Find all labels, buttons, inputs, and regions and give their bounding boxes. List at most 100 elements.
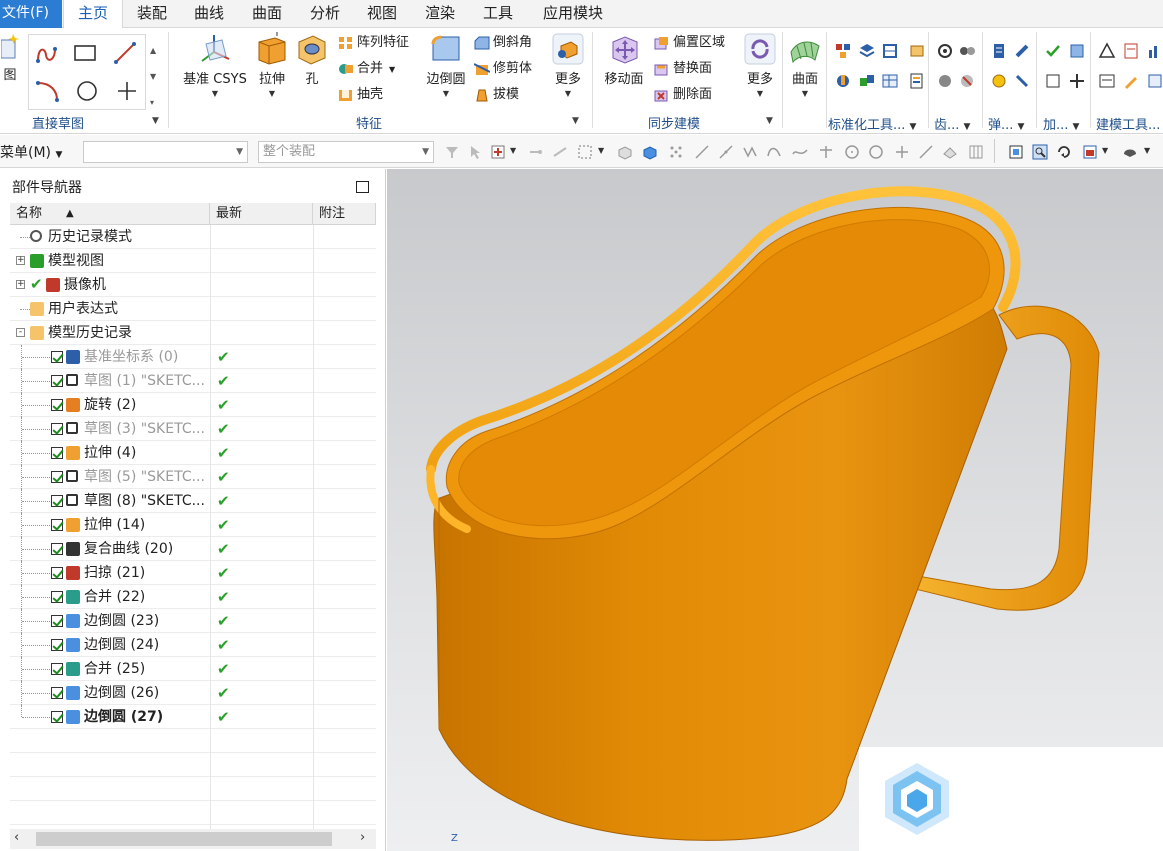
tab-surface[interactable]: 曲面 — [241, 0, 293, 28]
list-icon[interactable] — [1044, 72, 1062, 90]
feature-checkbox[interactable] — [51, 711, 63, 723]
spring-group-label[interactable]: 弹... ▼ — [988, 114, 1024, 133]
tree-row[interactable]: 复合曲线 (20) ✔ — [10, 537, 376, 561]
draft-button[interactable]: 拔模 — [474, 84, 519, 106]
feature-checkbox[interactable] — [51, 423, 63, 435]
tree-row[interactable]: 边倒圆 (26) ✔ — [10, 681, 376, 705]
snap-intersection-icon[interactable] — [818, 144, 834, 160]
point-icon[interactable] — [115, 79, 139, 103]
file-menu[interactable]: 文件(F) — [0, 0, 62, 28]
chevron-down-icon[interactable]: ▼ — [1102, 146, 1108, 155]
feature-more-button[interactable]: 更多 ▼ — [548, 32, 588, 98]
feature-checkbox[interactable] — [51, 351, 63, 363]
machining-icon[interactable] — [1068, 42, 1086, 60]
tree-row[interactable]: 拉伸 (14) ✔ — [10, 513, 376, 537]
extrude-button[interactable]: 拉伸 ▼ — [254, 32, 290, 98]
feature-group-arrow[interactable]: ▼ — [572, 116, 579, 126]
snap-end-icon[interactable] — [528, 144, 544, 160]
zoom-icon[interactable] — [1032, 144, 1048, 160]
expand-icon[interactable]: + — [16, 280, 25, 289]
standard-part-icon[interactable] — [834, 42, 852, 60]
tab-render[interactable]: 渲染 — [414, 0, 466, 28]
feature-checkbox[interactable] — [51, 375, 63, 387]
render-style-icon[interactable] — [1122, 144, 1138, 160]
table-icon[interactable] — [881, 72, 899, 90]
circle-icon[interactable] — [75, 79, 99, 103]
shell-button[interactable]: 抽壳 — [338, 84, 383, 106]
tab-curve[interactable]: 曲线 — [183, 0, 235, 28]
tree-row[interactable]: 草图 (8) "SKETC... ✔ — [10, 489, 376, 513]
type-filter-combo[interactable]: ▼ — [83, 141, 248, 163]
gear-icon[interactable] — [936, 42, 954, 60]
maximize-icon[interactable] — [356, 181, 369, 193]
layers-icon[interactable] — [858, 42, 876, 60]
gear-edit-icon[interactable] — [936, 72, 954, 90]
document-icon[interactable] — [1122, 42, 1140, 60]
spring-list-icon[interactable] — [990, 42, 1008, 60]
replace-face-button[interactable]: 替换面 — [654, 58, 712, 80]
hand-tool-icon[interactable] — [834, 72, 852, 90]
expand-icon[interactable]: + — [16, 256, 25, 265]
datum-csys-button[interactable]: 基准 CSYS ▼ — [180, 32, 250, 98]
tree-row[interactable]: + ✔ 摄像机 — [10, 273, 376, 297]
profile-icon[interactable] — [35, 43, 61, 65]
tab-view[interactable]: 视图 — [356, 0, 408, 28]
snap-grid-icon[interactable] — [968, 144, 984, 160]
snap-center-icon[interactable] — [844, 144, 860, 160]
feature-checkbox[interactable] — [51, 471, 63, 483]
sketch-button[interactable]: 图 — [0, 32, 20, 83]
sketch-group-arrow[interactable]: ▼ — [152, 116, 159, 126]
point-cloud-icon[interactable] — [668, 144, 684, 160]
hole-button[interactable]: 孔 — [294, 32, 330, 87]
sync-group-arrow[interactable]: ▼ — [766, 116, 773, 126]
tab-home[interactable]: 主页 — [63, 0, 123, 29]
feature-checkbox[interactable] — [51, 567, 63, 579]
info-icon[interactable] — [1146, 72, 1163, 90]
column-header-comment[interactable]: 附注 — [313, 203, 376, 225]
tree-row[interactable]: 用户表达式 — [10, 297, 376, 321]
collapse-icon[interactable]: - — [16, 328, 25, 337]
spring-delete-icon[interactable] — [1013, 72, 1031, 90]
delete-face-button[interactable]: 删除面 — [654, 84, 712, 106]
feature-checkbox[interactable] — [51, 519, 63, 531]
graphics-viewport[interactable]: Z — [387, 169, 1163, 851]
fit-view-icon[interactable] — [1008, 144, 1024, 160]
trim-body-button[interactable]: 修剪体 — [474, 58, 532, 80]
feature-checkbox[interactable] — [51, 591, 63, 603]
view-orientation-icon[interactable] — [1082, 144, 1098, 160]
gear-pair-icon[interactable] — [958, 42, 976, 60]
pattern-feature-button[interactable]: 阵列特征 — [338, 32, 409, 54]
feature-checkbox[interactable] — [51, 615, 63, 627]
chevron-down-icon[interactable]: ▼ — [598, 146, 604, 155]
tree-row[interactable]: 拉伸 (4) ✔ — [10, 441, 376, 465]
edge-blend-button[interactable]: 边倒圆 ▼ — [422, 32, 470, 98]
tab-applications[interactable]: 应用模块 — [530, 0, 616, 28]
check-part-icon[interactable] — [1044, 42, 1062, 60]
snap-on-face-icon[interactable] — [942, 144, 958, 160]
chamfer-button[interactable]: 倒斜角 — [474, 32, 532, 54]
scroll-right-icon[interactable]: › — [360, 830, 365, 845]
snap-quadrant-icon[interactable] — [868, 144, 884, 160]
component-icon[interactable] — [617, 144, 633, 160]
gear-group-label[interactable]: 齿... ▼ — [934, 114, 970, 133]
edit-icon[interactable] — [1122, 72, 1140, 90]
tab-assembly[interactable]: 装配 — [126, 0, 178, 28]
horizontal-scrollbar[interactable]: ‹ › — [10, 829, 376, 849]
snap-point-icon[interactable] — [490, 144, 506, 160]
sync-more-button[interactable]: 更多 ▼ — [742, 32, 778, 98]
sheet-icon[interactable] — [1098, 72, 1116, 90]
tree-row[interactable]: 合并 (25) ✔ — [10, 657, 376, 681]
snap-arc-icon[interactable] — [766, 144, 782, 160]
tree-row[interactable]: 草图 (3) "SKETC... ✔ — [10, 417, 376, 441]
column-header-uptodate[interactable]: 最新 — [210, 203, 313, 225]
move-face-button[interactable]: 移动面 — [600, 32, 648, 87]
arc-icon[interactable] — [35, 79, 61, 103]
scroll-left-icon[interactable]: ‹ — [14, 830, 19, 845]
select-pointer-icon[interactable] — [468, 144, 484, 160]
spring-icon[interactable] — [1013, 42, 1031, 60]
line-icon[interactable] — [113, 41, 137, 65]
parts-icon[interactable] — [858, 72, 876, 90]
gear-delete-icon[interactable] — [958, 72, 976, 90]
tree-row[interactable]: 旋转 (2) ✔ — [10, 393, 376, 417]
offset-region-button[interactable]: 偏置区域 — [654, 32, 725, 54]
